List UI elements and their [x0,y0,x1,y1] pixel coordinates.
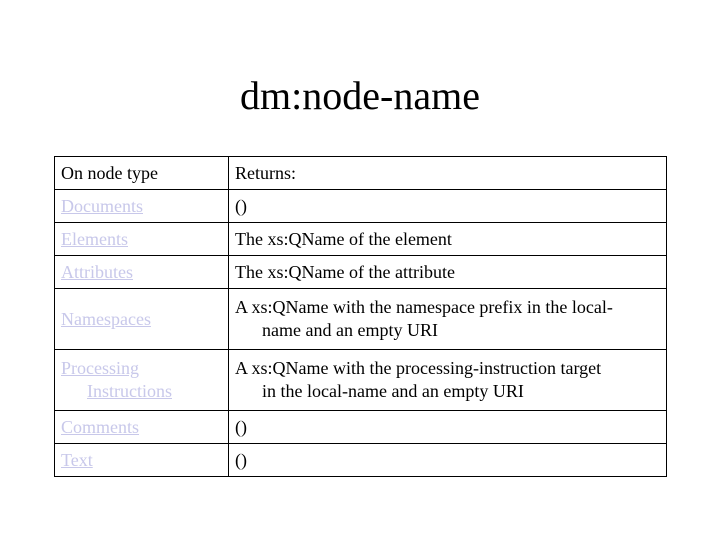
table-row: Elements The xs:QName of the element [54,222,667,256]
returns-cell: The xs:QName of the element [228,222,667,256]
namespaces-link[interactable]: Namespaces [61,309,151,329]
table-row: Processing Instructions A xs:QName with … [54,349,667,411]
documents-link[interactable]: Documents [61,196,143,216]
attributes-link[interactable]: Attributes [61,262,133,282]
header-returns: Returns: [228,156,667,190]
table-row: Text () [54,443,667,477]
table-row: Documents () [54,189,667,223]
returns-line-1: A xs:QName with the namespace prefix in … [235,297,613,317]
link-line-1: Processing [61,358,139,378]
processing-instructions-link[interactable]: Processing [61,358,139,378]
comments-link[interactable]: Comments [61,417,139,437]
processing-instructions-link-line-2[interactable]: Instructions [87,381,172,401]
elements-link[interactable]: Elements [61,229,128,249]
returns-cell: () [228,443,667,477]
node-name-table: On node type Returns: Documents () Eleme… [54,156,667,477]
table-header-row: On node type Returns: [54,156,667,190]
returns-cell: The xs:QName of the attribute [228,255,667,289]
returns-cell: () [228,189,667,223]
returns-line-1: A xs:QName with the processing-instructi… [235,358,602,378]
returns-cell: A xs:QName with the processing-instructi… [228,349,667,411]
returns-line-2: in the local-name and an empty URI [262,381,524,401]
returns-line-2: name and an empty URI [262,320,438,340]
returns-cell: () [228,410,667,444]
slide-title: dm:node-name [240,73,480,118]
text-link[interactable]: Text [61,450,93,470]
returns-cell: A xs:QName with the namespace prefix in … [228,288,667,350]
header-node-type: On node type [54,156,229,190]
table-row: Comments () [54,410,667,444]
table-row: Attributes The xs:QName of the attribute [54,255,667,289]
table-row: Namespaces A xs:QName with the namespace… [54,288,667,350]
